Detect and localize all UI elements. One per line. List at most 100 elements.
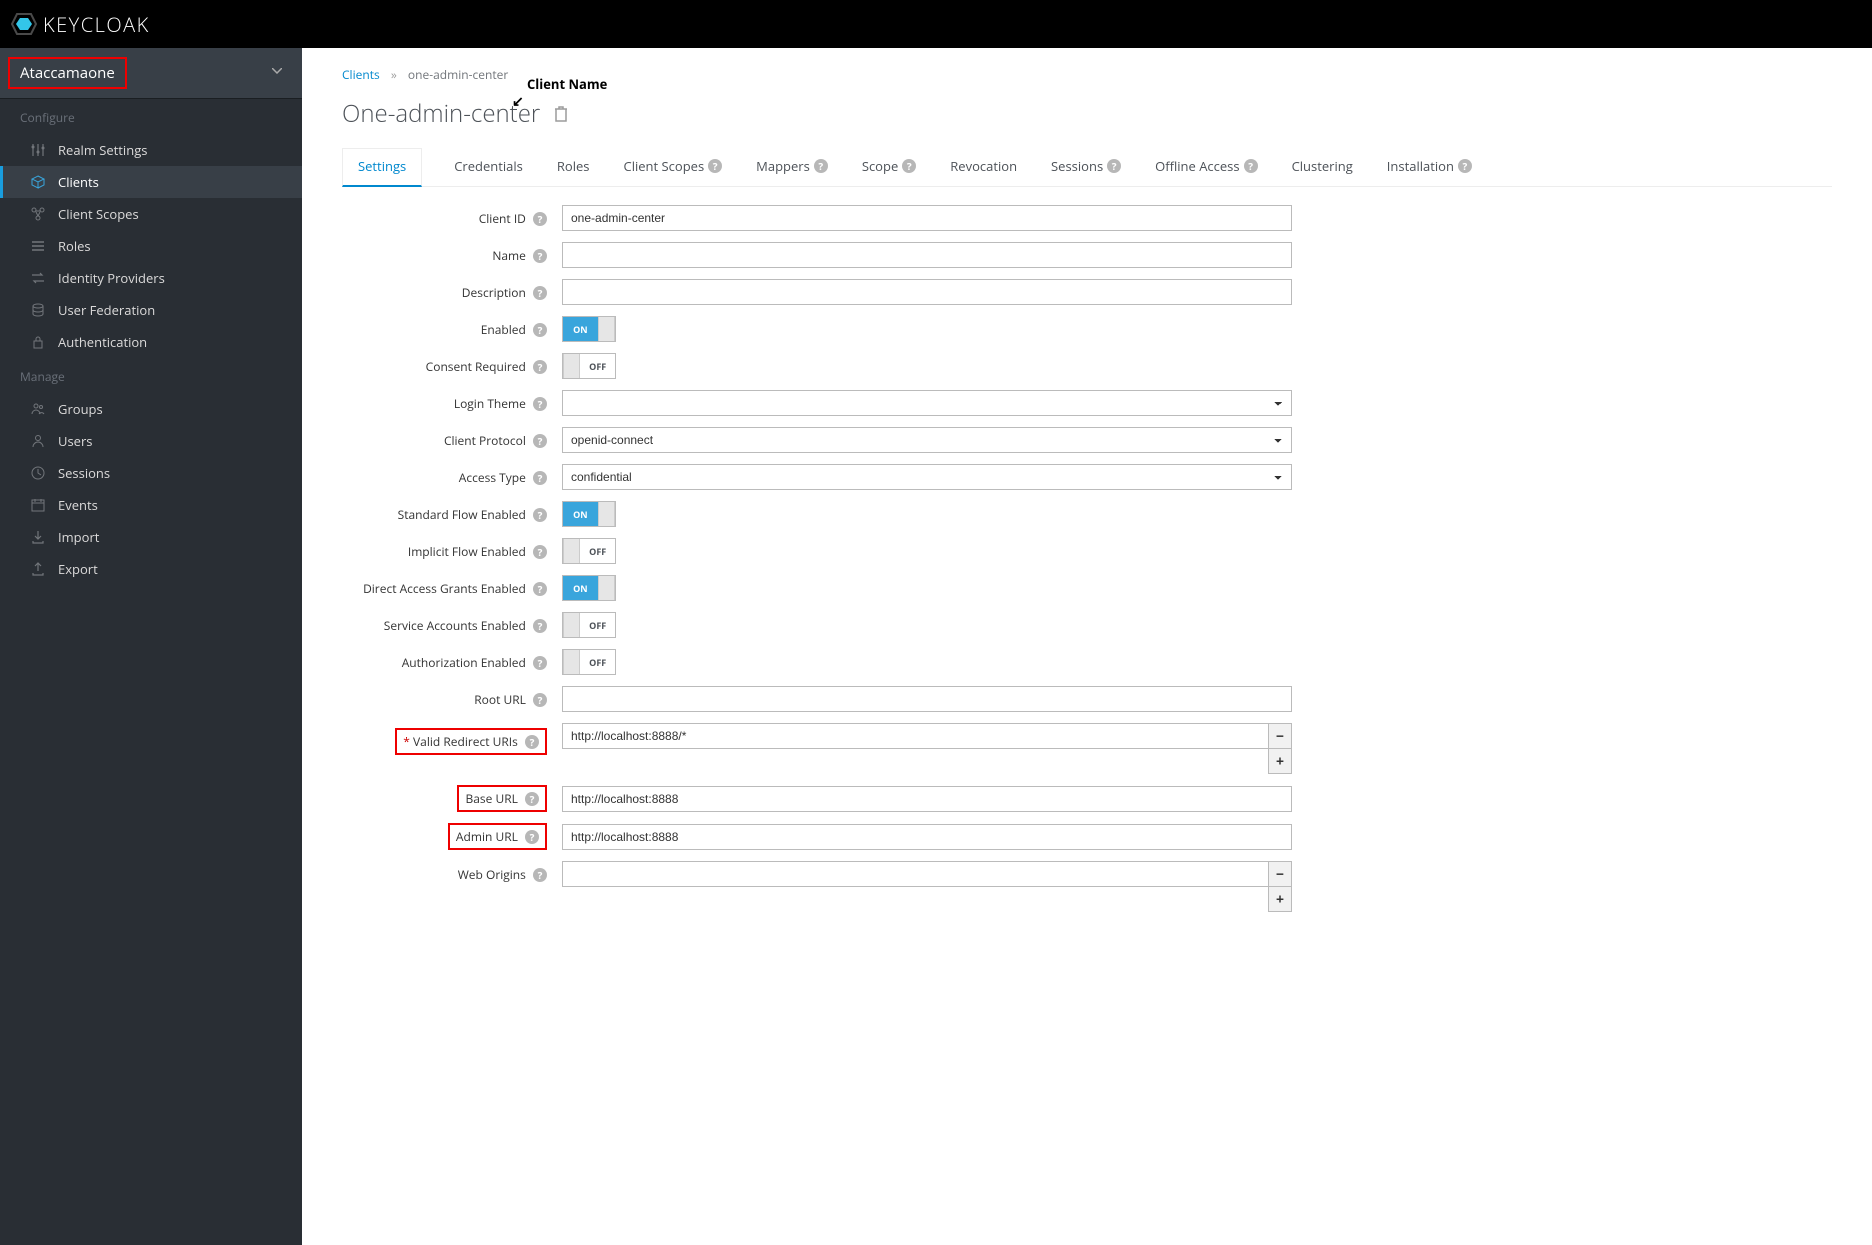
annotation-client-name: Client Name xyxy=(527,75,607,93)
sidebar-item-users[interactable]: Users xyxy=(0,425,302,457)
help-icon[interactable]: ? xyxy=(1458,159,1472,173)
tab-label: Credentials xyxy=(454,157,523,175)
help-icon[interactable]: ? xyxy=(533,693,547,707)
sidebar-item-user-federation[interactable]: User Federation xyxy=(0,294,302,326)
sidebar-item-realm-settings[interactable]: Realm Settings xyxy=(0,134,302,166)
name-input[interactable] xyxy=(562,242,1292,268)
remove-button[interactable]: − xyxy=(1268,723,1292,749)
enabled-toggle[interactable]: ONOFF xyxy=(562,316,616,342)
clientId-input[interactable] xyxy=(562,205,1292,231)
sidebar-item-roles[interactable]: Roles xyxy=(0,230,302,262)
sidebar-item-identity-providers[interactable]: Identity Providers xyxy=(0,262,302,294)
users-icon xyxy=(30,401,46,417)
topbar: KEYCLOAK xyxy=(0,0,1872,48)
tab-clustering[interactable]: Clustering xyxy=(1290,148,1355,186)
help-icon[interactable]: ? xyxy=(533,582,547,596)
baseUrl-input[interactable] xyxy=(562,786,1292,812)
logo[interactable]: KEYCLOAK xyxy=(10,10,150,38)
add-button[interactable]: + xyxy=(1268,886,1292,912)
tab-scope[interactable]: Scope? xyxy=(860,148,918,186)
rootUrl-input[interactable] xyxy=(562,686,1292,712)
adminUrl-input[interactable] xyxy=(562,824,1292,850)
webOrigins-input[interactable] xyxy=(562,861,1269,887)
sidebar-item-sessions[interactable]: Sessions xyxy=(0,457,302,489)
tab-roles[interactable]: Roles xyxy=(555,148,592,186)
tab-sessions[interactable]: Sessions? xyxy=(1049,148,1123,186)
authorizationEnabled-toggle[interactable]: ONOFF xyxy=(562,649,616,675)
sidebar-item-authentication[interactable]: Authentication xyxy=(0,326,302,358)
help-icon[interactable]: ? xyxy=(525,830,539,844)
help-icon[interactable]: ? xyxy=(533,508,547,522)
realm-selector[interactable]: Ataccamaone xyxy=(0,48,302,99)
help-icon[interactable]: ? xyxy=(708,159,722,173)
toggle-on-label: ON xyxy=(563,317,598,341)
serviceAccountsEnabled-toggle[interactable]: ONOFF xyxy=(562,612,616,638)
tab-label: Revocation xyxy=(950,157,1017,175)
sidebar-item-label: Import xyxy=(58,528,99,546)
help-icon[interactable]: ? xyxy=(533,360,547,374)
keycloak-logo-icon xyxy=(10,10,38,38)
help-icon[interactable]: ? xyxy=(525,735,539,749)
tab-label: Installation xyxy=(1387,157,1454,175)
accessType-select[interactable]: confidential xyxy=(562,464,1292,490)
tab-client-scopes[interactable]: Client Scopes? xyxy=(622,148,725,186)
help-icon[interactable]: ? xyxy=(533,286,547,300)
directAccessGrantsEnabled-toggle[interactable]: ONOFF xyxy=(562,575,616,601)
help-icon[interactable]: ? xyxy=(533,397,547,411)
help-icon[interactable]: ? xyxy=(533,471,547,485)
loginTheme-select[interactable] xyxy=(562,390,1292,416)
add-button[interactable]: + xyxy=(1268,748,1292,774)
sidebar-item-label: Client Scopes xyxy=(58,205,139,223)
help-icon[interactable]: ? xyxy=(533,434,547,448)
breadcrumb-clients-link[interactable]: Clients xyxy=(342,66,380,83)
help-icon[interactable]: ? xyxy=(533,212,547,226)
help-icon[interactable]: ? xyxy=(525,792,539,806)
sidebar-item-label: Roles xyxy=(58,237,91,255)
toggle-off-label: OFF xyxy=(580,650,615,674)
help-icon[interactable]: ? xyxy=(533,545,547,559)
sidebar-item-events[interactable]: Events xyxy=(0,489,302,521)
help-icon[interactable]: ? xyxy=(1244,159,1258,173)
toggle-knob xyxy=(563,613,580,637)
tab-mappers[interactable]: Mappers? xyxy=(754,148,830,186)
main-content: Clients » one-admin-center Client Name ↙… xyxy=(302,48,1872,1245)
page-title: One-admin-center xyxy=(342,97,540,130)
sidebar-item-export[interactable]: Export xyxy=(0,553,302,585)
help-icon[interactable]: ? xyxy=(533,323,547,337)
help-icon[interactable]: ? xyxy=(533,619,547,633)
remove-button[interactable]: − xyxy=(1268,861,1292,887)
tab-revocation[interactable]: Revocation xyxy=(948,148,1019,186)
standardFlowEnabled-toggle[interactable]: ONOFF xyxy=(562,501,616,527)
tab-installation[interactable]: Installation? xyxy=(1385,148,1474,186)
field-label: Web Origins ? xyxy=(342,861,562,883)
tab-credentials[interactable]: Credentials xyxy=(452,148,525,186)
sidebar-item-clients[interactable]: Clients xyxy=(0,166,302,198)
sidebar-item-label: Users xyxy=(58,432,92,450)
tab-label: Client Scopes xyxy=(624,157,705,175)
help-icon[interactable]: ? xyxy=(533,868,547,882)
tab-settings[interactable]: Settings xyxy=(342,148,422,187)
help-icon[interactable]: ? xyxy=(533,656,547,670)
sidebar-item-label: Identity Providers xyxy=(58,269,165,287)
help-icon[interactable]: ? xyxy=(1107,159,1121,173)
tabs: SettingsCredentialsRolesClient Scopes?Ma… xyxy=(342,148,1832,187)
tab-label: Sessions xyxy=(1051,157,1103,175)
calendar-icon xyxy=(30,497,46,513)
help-icon[interactable]: ? xyxy=(814,159,828,173)
sidebar-item-client-scopes[interactable]: Client Scopes xyxy=(0,198,302,230)
description-input[interactable] xyxy=(562,279,1292,305)
help-icon[interactable]: ? xyxy=(533,249,547,263)
sidebar-item-import[interactable]: Import xyxy=(0,521,302,553)
toggle-off-label: OFF xyxy=(580,354,615,378)
clientProtocol-select[interactable]: openid-connect xyxy=(562,427,1292,453)
tab-offline-access[interactable]: Offline Access? xyxy=(1153,148,1259,186)
help-icon[interactable]: ? xyxy=(902,159,916,173)
validRedirectUris-input[interactable] xyxy=(562,723,1269,749)
sidebar-item-groups[interactable]: Groups xyxy=(0,393,302,425)
field-label: Base URL ? xyxy=(342,785,562,812)
implicitFlowEnabled-toggle[interactable]: ONOFF xyxy=(562,538,616,564)
consentRequired-toggle[interactable]: ONOFF xyxy=(562,353,616,379)
field-label: Client ID ? xyxy=(342,210,562,227)
user-icon xyxy=(30,433,46,449)
delete-client-button[interactable] xyxy=(554,106,568,122)
